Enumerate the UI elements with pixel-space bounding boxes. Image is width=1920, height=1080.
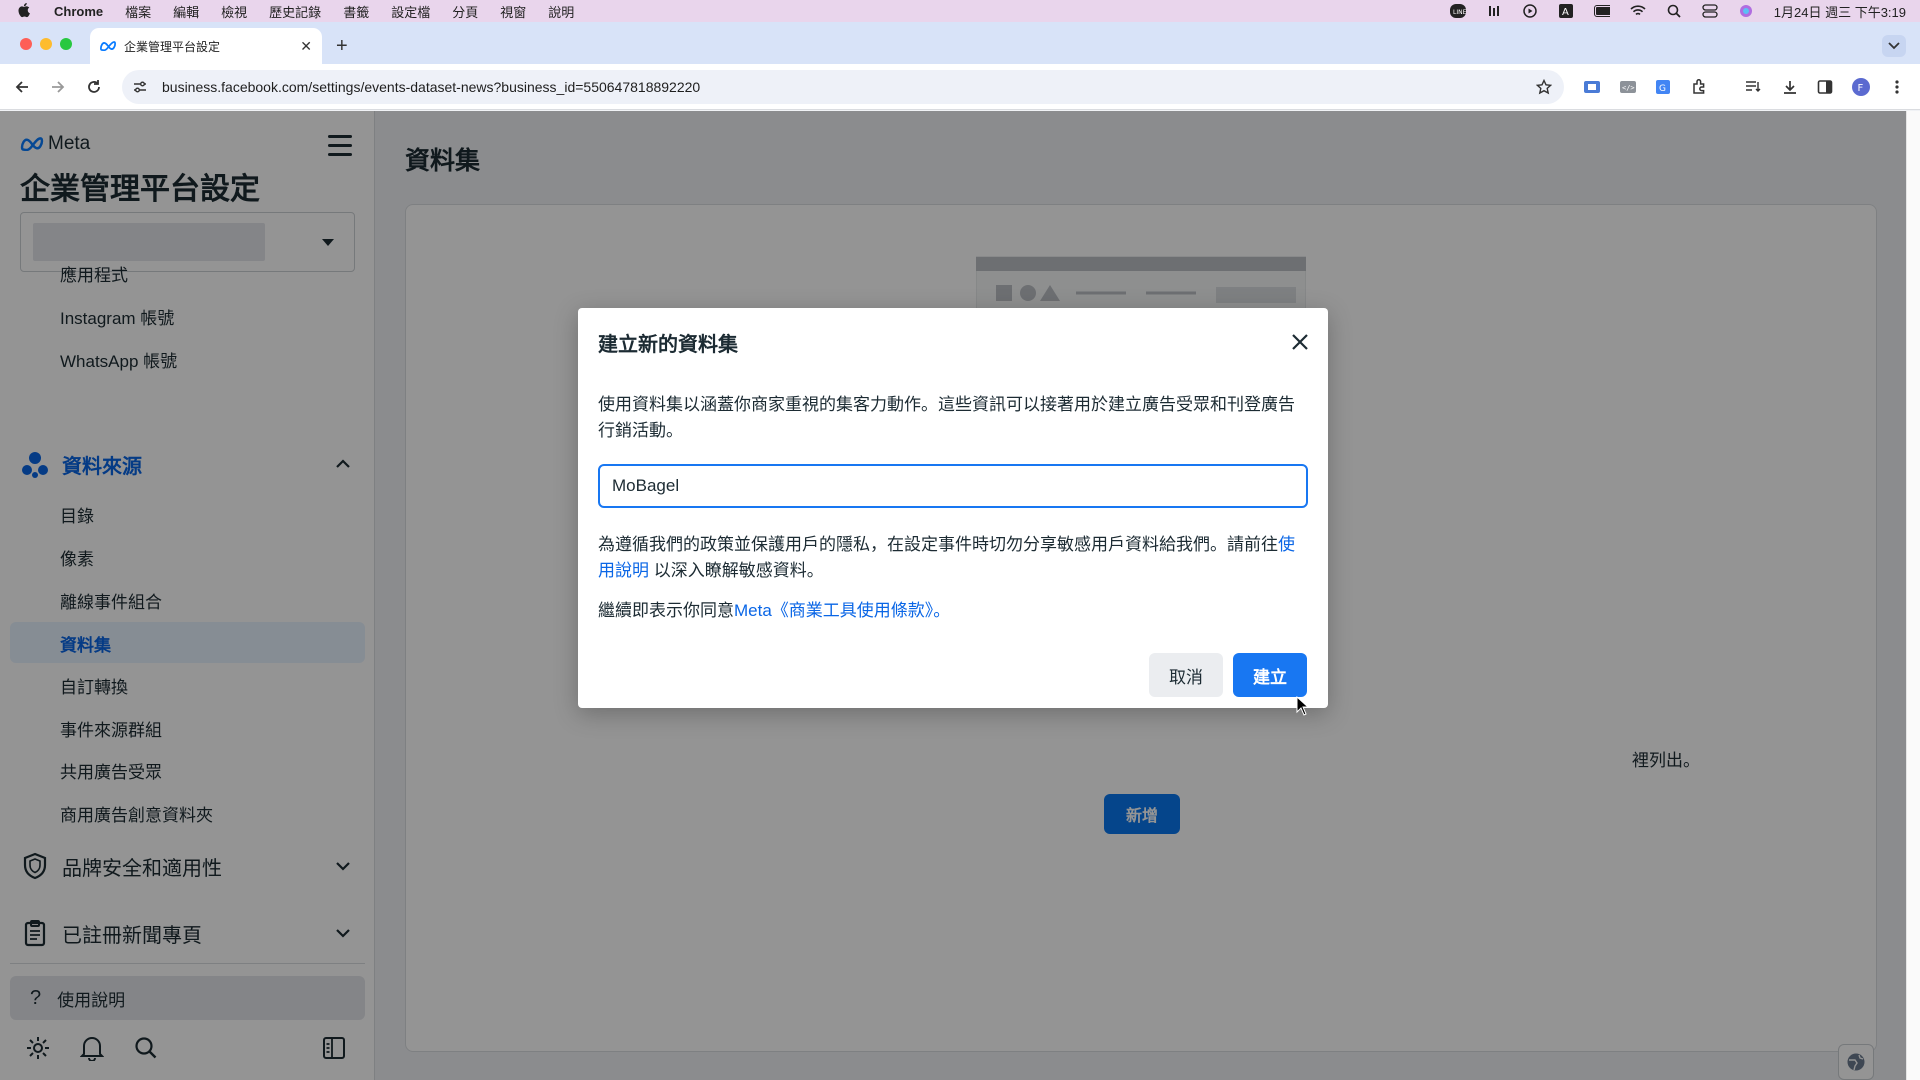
clock[interactable]: 1月24日 週三 下午3:19 <box>1774 2 1906 21</box>
menu-edit[interactable]: 編輯 <box>173 2 199 21</box>
svg-text:A: A <box>1562 7 1569 18</box>
wifi-icon[interactable] <box>1630 4 1646 18</box>
page-scrollbar[interactable] <box>1906 111 1920 1080</box>
dialog-description: 使用資料集以涵蓋你商家重視的集客力動作。這些資訊可以接著用於建立廣告受眾和刊登廣… <box>598 395 1295 440</box>
mouse-cursor-icon <box>1296 696 1310 716</box>
spotlight-search-icon[interactable] <box>1666 4 1682 18</box>
audio-icon[interactable] <box>1486 4 1502 18</box>
tab-search-chevron-icon[interactable] <box>1882 35 1906 57</box>
svg-text:</>: </> <box>1622 84 1635 92</box>
menu-window[interactable]: 視窗 <box>500 2 526 21</box>
translate-extension-icon[interactable]: G <box>1654 77 1674 97</box>
svg-text:F: F <box>1858 83 1864 94</box>
bookmark-star-icon[interactable] <box>1536 79 1552 95</box>
dialog-title: 建立新的資料集 <box>598 334 738 356</box>
new-tab-button[interactable]: + <box>336 35 348 58</box>
site-info-icon[interactable] <box>132 80 150 94</box>
close-icon[interactable] <box>1286 328 1314 356</box>
line-app-icon[interactable]: LINE <box>1449 4 1466 18</box>
download-icon[interactable] <box>1780 77 1800 97</box>
menu-file[interactable]: 檔案 <box>125 2 151 21</box>
create-dataset-dialog: 建立新的資料集 使用資料集以涵蓋你商家重視的集客力動作。這些資訊可以接著用於建立… <box>578 308 1328 708</box>
close-tab-icon[interactable]: ✕ <box>300 38 312 55</box>
extension-1-icon[interactable] <box>1582 77 1602 97</box>
siri-icon[interactable] <box>1738 4 1754 18</box>
side-panel-icon[interactable] <box>1815 77 1835 97</box>
menu-tabs[interactable]: 分頁 <box>452 2 478 21</box>
address-bar[interactable]: business.facebook.com/settings/events-da… <box>122 70 1564 104</box>
menu-bookmarks[interactable]: 書籤 <box>343 2 369 21</box>
url-text[interactable]: business.facebook.com/settings/events-da… <box>162 79 1536 95</box>
meta-favicon-icon <box>100 41 116 51</box>
browser-tab-active[interactable]: 企業管理平台設定 ✕ <box>90 28 322 64</box>
svg-text:G: G <box>1659 84 1666 94</box>
business-tools-terms-link[interactable]: Meta《商業工具使用條款》。 <box>734 601 950 620</box>
chrome-menu-icon[interactable] <box>1887 77 1907 97</box>
back-arrow-icon[interactable] <box>12 77 32 97</box>
privacy-notice: 為遵循我們的政策並保護用戶的隱私，在設定事件時切勿分享敏感用戶資料給我們。請前往… <box>598 532 1308 584</box>
battery-icon[interactable] <box>1593 4 1610 18</box>
menu-history[interactable]: 歷史記錄 <box>269 2 321 21</box>
svg-text:LINE: LINE <box>1453 9 1466 16</box>
forward-arrow-icon[interactable] <box>48 77 68 97</box>
play-icon[interactable] <box>1522 4 1538 18</box>
zoom-window-button[interactable] <box>60 38 72 50</box>
cancel-button[interactable]: 取消 <box>1149 653 1223 697</box>
profile-avatar[interactable]: F <box>1851 77 1871 97</box>
create-button[interactable]: 建立 <box>1233 653 1307 697</box>
terms-notice: 繼續即表示你同意Meta《商業工具使用條款》。 <box>598 598 1308 624</box>
browser-tab-strip: 企業管理平台設定 ✕ + <box>0 22 1920 64</box>
window-controls <box>20 38 72 50</box>
tab-title: 企業管理平台設定 <box>124 39 221 54</box>
dataset-name-input[interactable] <box>598 464 1308 508</box>
close-window-button[interactable] <box>20 38 32 50</box>
reading-list-icon[interactable] <box>1744 77 1764 97</box>
menu-view[interactable]: 檢視 <box>221 2 247 21</box>
dev-tools-extension-icon[interactable]: </> <box>1618 77 1638 97</box>
control-center-icon[interactable] <box>1702 4 1718 18</box>
browser-toolbar: business.facebook.com/settings/events-da… <box>0 64 1920 110</box>
menu-profiles[interactable]: 設定檔 <box>391 2 430 21</box>
privacy-text: 為遵循我們的政策並保護用戶的隱私，在設定事件時切勿分享敏感用戶資料給我們。請前往 <box>598 535 1278 554</box>
minimize-window-button[interactable] <box>40 38 52 50</box>
reload-icon[interactable] <box>84 77 104 97</box>
macos-menubar: Chrome 檔案 編輯 檢視 歷史記錄 書籤 設定檔 分頁 視窗 說明 LIN… <box>0 0 1920 22</box>
apple-icon[interactable] <box>18 3 36 19</box>
privacy-text-after: 以深入瞭解敏感資料。 <box>649 561 824 580</box>
menu-app-name[interactable]: Chrome <box>54 4 103 19</box>
extensions-puzzle-icon[interactable] <box>1690 77 1710 97</box>
input-method-icon[interactable]: A <box>1558 4 1574 18</box>
menu-help[interactable]: 說明 <box>548 2 574 21</box>
terms-text: 繼續即表示你同意 <box>598 601 734 620</box>
